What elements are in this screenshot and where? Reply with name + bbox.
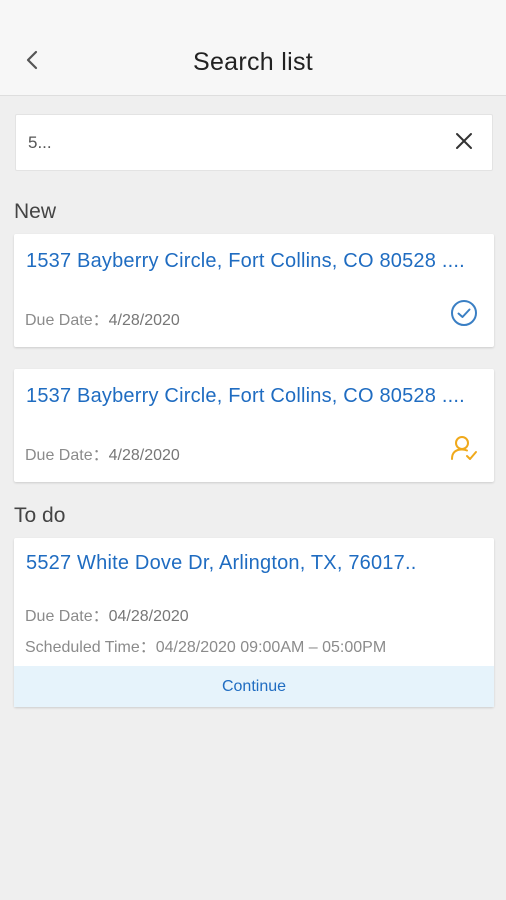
scheduled-time: Scheduled Time：04/28/2020 09:00AM – 05:0… bbox=[25, 633, 386, 657]
clear-search-button[interactable] bbox=[450, 129, 478, 157]
scheduled-time-label: Scheduled Time： bbox=[25, 639, 156, 656]
search-input[interactable] bbox=[28, 115, 428, 170]
status-indicator bbox=[450, 434, 478, 467]
check-circle-icon bbox=[450, 299, 478, 332]
due-date-value: 04/28/2020 bbox=[108, 608, 189, 625]
app-screen: Search list New 1537 Bayberry Circle, Fo… bbox=[0, 0, 506, 900]
status-indicator bbox=[450, 299, 478, 332]
due-date-label: Due Date： bbox=[25, 312, 109, 329]
top-bar: Search list bbox=[0, 0, 506, 96]
due-date-label: Due Date： bbox=[25, 608, 109, 625]
due-date: Due Date：04/28/2020 bbox=[25, 602, 189, 626]
due-date-value: 4/28/2020 bbox=[108, 447, 180, 464]
due-date: Due Date：4/28/2020 bbox=[25, 441, 180, 465]
section-label-new: New bbox=[14, 200, 57, 223]
scheduled-time-value: 04/28/2020 09:00AM – 05:00PM bbox=[155, 639, 387, 656]
item-address: 1537 Bayberry Circle, Fort Collins, CO 8… bbox=[26, 385, 465, 407]
search-box bbox=[15, 114, 493, 171]
item-address: 5527 White Dove Dr, Arlington, TX, 76017… bbox=[26, 552, 417, 574]
continue-button[interactable]: Continue bbox=[14, 666, 494, 707]
due-date-label: Due Date： bbox=[25, 447, 109, 464]
list-item[interactable]: 5527 White Dove Dr, Arlington, TX, 76017… bbox=[14, 538, 494, 707]
user-check-icon bbox=[450, 434, 478, 467]
item-address: 1537 Bayberry Circle, Fort Collins, CO 8… bbox=[26, 250, 465, 272]
page-title: Search list bbox=[192, 48, 313, 76]
list-item[interactable]: 1537 Bayberry Circle, Fort Collins, CO 8… bbox=[14, 369, 494, 482]
close-icon bbox=[454, 131, 474, 156]
section-label-todo: To do bbox=[14, 504, 66, 527]
due-date-value: 4/28/2020 bbox=[108, 312, 180, 329]
list-item[interactable]: 1537 Bayberry Circle, Fort Collins, CO 8… bbox=[14, 234, 494, 347]
due-date: Due Date：4/28/2020 bbox=[25, 306, 180, 330]
